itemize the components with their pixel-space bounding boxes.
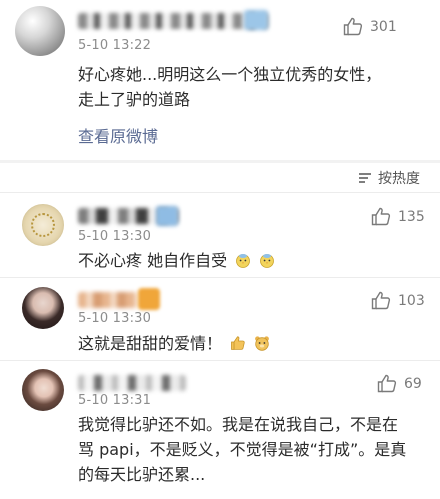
post-author-badge bbox=[244, 10, 268, 30]
comment-1-author-badge bbox=[156, 206, 178, 226]
sort-by-hot-button[interactable]: 按热度 bbox=[358, 168, 420, 188]
comment-3-time: 5-10 13:31 bbox=[78, 393, 152, 408]
comment-2-avatar[interactable] bbox=[22, 287, 64, 329]
post-time: 5-10 13:22 bbox=[78, 38, 152, 53]
comment-3-author-name[interactable] bbox=[78, 375, 186, 391]
chick-emoji-icon bbox=[236, 254, 251, 268]
comment-2-like-button[interactable]: 103 bbox=[371, 291, 425, 310]
comment-2-author-name[interactable] bbox=[78, 292, 138, 308]
divider bbox=[0, 277, 440, 278]
comment-2-text: 这就是甜甜的爱情！ bbox=[78, 334, 223, 353]
comment-1-like-count: 135 bbox=[398, 208, 425, 225]
sort-icon bbox=[359, 173, 371, 183]
comment-3-like-count: 69 bbox=[404, 375, 422, 392]
post-like-button[interactable]: 301 bbox=[343, 17, 397, 36]
comment-2-like-count: 103 bbox=[398, 292, 425, 309]
comment-3-like-button[interactable]: 69 bbox=[377, 374, 422, 393]
post-author-avatar[interactable] bbox=[15, 6, 65, 56]
thumbs-up-icon bbox=[371, 207, 391, 226]
comment-1-time: 5-10 13:30 bbox=[78, 229, 152, 244]
sort-label: 按热度 bbox=[378, 171, 420, 187]
comment-1-text-row: 不必心疼 她自作自受 bbox=[78, 248, 275, 273]
post-text-line-2: 走上了驴的道路 bbox=[78, 90, 191, 109]
comment-2-time: 5-10 13:30 bbox=[78, 311, 152, 326]
comment-1-avatar[interactable] bbox=[22, 204, 64, 246]
divider bbox=[0, 360, 440, 361]
thumbs-up-icon bbox=[377, 374, 397, 393]
divider bbox=[0, 192, 440, 193]
post-author-name[interactable] bbox=[78, 13, 268, 29]
thumbs-up-icon bbox=[343, 17, 363, 36]
comment-1-like-button[interactable]: 135 bbox=[371, 207, 425, 226]
comment-1-text: 不必心疼 她自作自受 bbox=[78, 251, 228, 270]
post-like-count: 301 bbox=[370, 18, 397, 35]
comment-3-text-line-1: 我觉得比驴还不如。我是在说我自己，不是在 bbox=[78, 415, 399, 434]
comment-3-text-line-3: 的每天比驴还累... bbox=[78, 465, 206, 484]
comment-2-author-badge bbox=[138, 288, 160, 310]
thumbs-up-emoji-icon bbox=[231, 336, 245, 350]
bear-face-emoji-icon bbox=[255, 336, 270, 351]
thumbs-up-icon bbox=[371, 291, 391, 310]
comment-3-text-line-2: 骂 papi，不是贬义，不觉得是被“打成”。是真 bbox=[78, 440, 407, 459]
post-text-line-1: 好心疼她...明明这么一个独立优秀的女性， bbox=[78, 65, 382, 84]
chick-emoji-icon bbox=[260, 254, 275, 268]
comment-2-text-row: 这就是甜甜的爱情！ bbox=[78, 331, 270, 356]
comment-3-avatar[interactable] bbox=[22, 369, 64, 411]
view-original-link[interactable]: 查看原微博 bbox=[78, 123, 158, 147]
